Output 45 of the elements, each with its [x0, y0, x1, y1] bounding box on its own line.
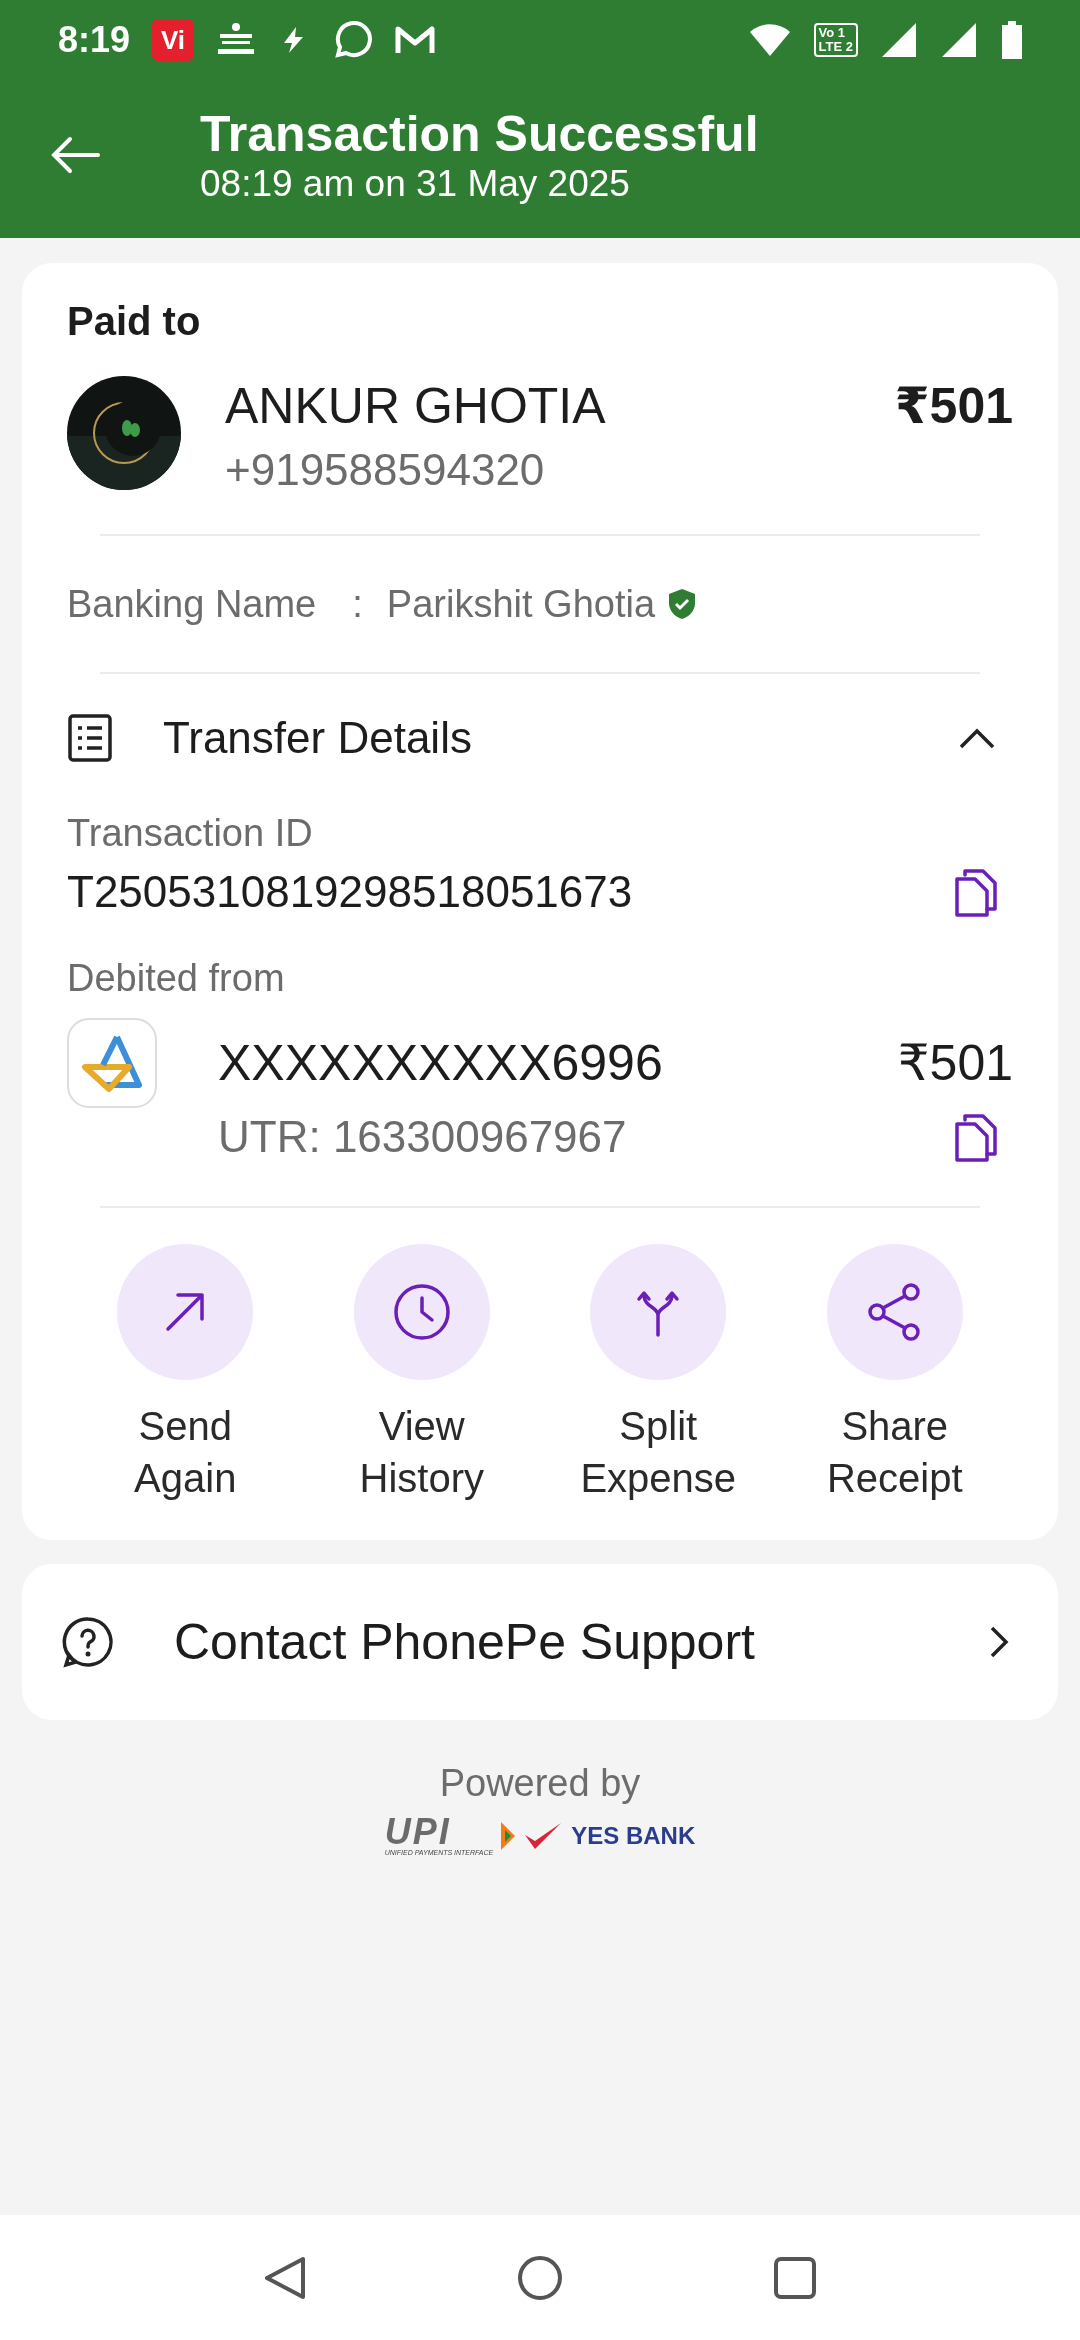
back-nav-icon[interactable]: [263, 2254, 307, 2301]
check-mark-icon: [523, 1820, 564, 1851]
status-time: 8:19: [58, 19, 131, 61]
payment-amount: ₹501: [894, 377, 1013, 436]
transfer-details-title: Transfer Details: [163, 713, 473, 763]
recents-nav-icon[interactable]: [773, 2255, 817, 2300]
debited-amount: ₹501: [897, 1034, 1013, 1093]
copy-icon[interactable]: [953, 1112, 999, 1162]
wifi-icon: [747, 22, 792, 58]
app-notification-icon: Vi: [152, 19, 195, 61]
action-button[interactable]: View History: [303, 1244, 540, 1504]
separator: :: [352, 582, 363, 626]
chevron-right-icon: [988, 1624, 1010, 1660]
banking-name-label: Banking Name: [67, 582, 317, 626]
support-button[interactable]: Contact PhonePe Support: [22, 1564, 1058, 1720]
debited-from-label: Debited from: [67, 957, 286, 1000]
transaction-id: T2505310819298518051673: [67, 867, 634, 917]
list-icon: [67, 713, 113, 763]
clock-icon: [391, 1282, 452, 1342]
action-button[interactable]: Send Again: [67, 1244, 304, 1504]
bank-logo-text: YES BANK: [571, 1821, 696, 1850]
powered-by-text: Powered by: [439, 1762, 641, 1805]
section-title: Paid to: [67, 299, 202, 344]
utr-number: UTR: 163300967967: [218, 1112, 628, 1162]
payee-phone: +919588594320: [225, 444, 546, 496]
copy-icon[interactable]: [953, 867, 999, 917]
signal-icon: [940, 21, 978, 59]
banking-name: Parikshit Ghotia: [386, 582, 656, 626]
back-icon[interactable]: [50, 135, 100, 175]
transaction-id-label: Transaction ID: [67, 812, 314, 855]
flag-arrow-icon: [501, 1821, 516, 1850]
battery-icon: [1000, 21, 1024, 59]
signal-icon: [880, 21, 918, 59]
account-number: XXXXXXXXXX6996: [218, 1034, 664, 1092]
share-icon: [866, 1282, 923, 1342]
action-button[interactable]: Share Receipt: [776, 1244, 1013, 1504]
payee-name: ANKUR GHOTIA: [225, 377, 607, 436]
action-button[interactable]: Split Expense: [540, 1244, 777, 1504]
network-badge: Vo 1 LTE 2: [813, 23, 858, 57]
home-nav-icon[interactable]: [517, 2254, 563, 2301]
header-title: Transaction Successful: [200, 105, 759, 163]
upi-logo-text: UPI: [384, 1815, 451, 1849]
triangle-logo-icon: [81, 1033, 143, 1093]
transaction-time: 08:19 am on 31 May 2025: [200, 163, 631, 205]
help-icon: [62, 1616, 114, 1668]
